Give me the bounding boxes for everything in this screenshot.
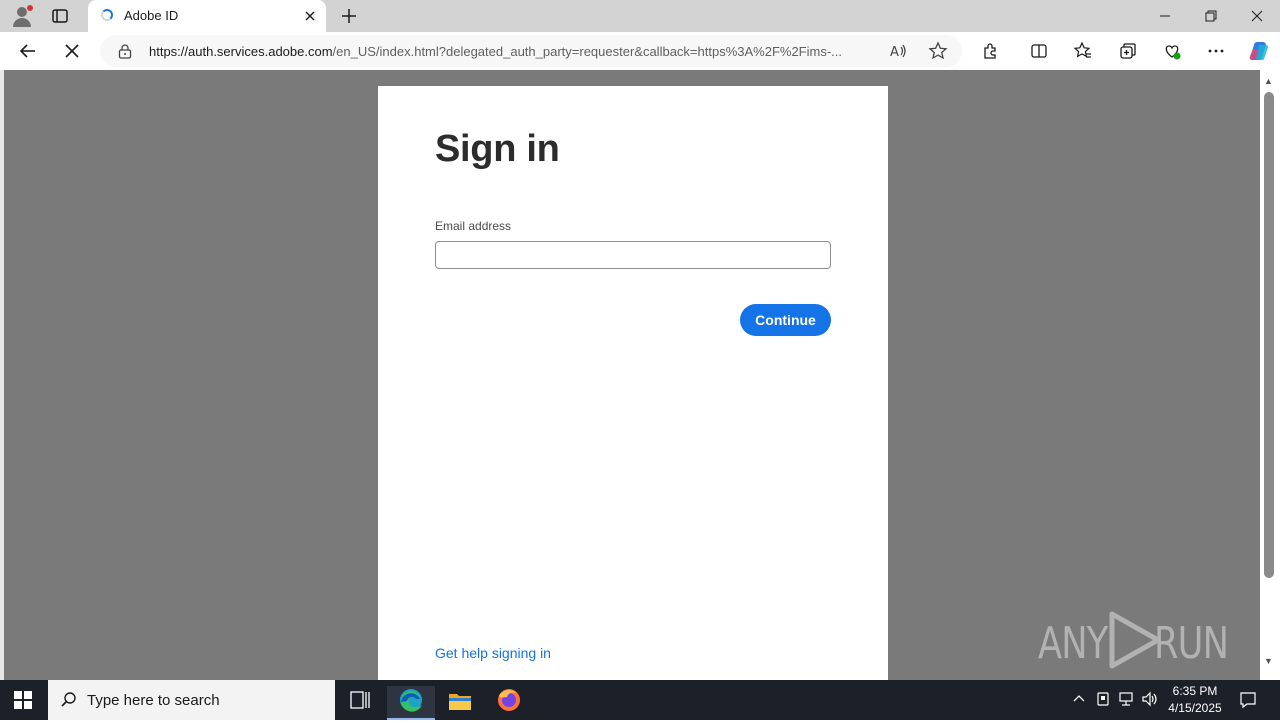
folder-icon [449,694,471,710]
scroll-thumb[interactable] [1264,92,1274,578]
anyrun-watermark: ANY RUN [1038,608,1234,672]
taskbar-firefox[interactable] [485,686,533,720]
extensions-icon[interactable] [981,41,1001,61]
close-window-icon[interactable] [1247,6,1267,26]
clock-date: 4/15/2025 [1168,701,1222,715]
stop-loading-icon[interactable] [62,41,82,61]
scroll-down-icon[interactable]: ▼ [1264,656,1273,666]
lock-icon[interactable] [118,43,132,59]
edge-icon [400,689,422,712]
address-bar[interactable]: https://auth.services.adobe.com/en_US/in… [100,35,962,67]
browser-toolbar: https://auth.services.adobe.com/en_US/in… [0,32,1280,70]
svg-text:A: A [890,45,899,60]
collections-icon[interactable] [1118,41,1138,61]
taskbar-edge[interactable] [387,686,435,720]
clock-time: 6:35 PM [1172,684,1218,698]
close-tab-icon[interactable] [302,8,318,24]
taskbar-device-icon[interactable] [1094,690,1112,708]
url-path: /en_US/index.html?delegated_auth_party=r… [332,44,842,59]
show-hidden-icons-icon[interactable] [1070,690,1088,708]
task-view-icon[interactable] [336,688,384,712]
url-host: https://auth.services.adobe.com [149,44,333,59]
browser-essentials-icon[interactable] [1162,41,1182,61]
browser-tab-strip: Adobe ID [0,0,1280,32]
watermark-left-text: ANY [1038,618,1108,669]
search-icon [61,692,76,707]
favorite-star-icon[interactable] [928,41,948,61]
windows-start-icon[interactable] [14,691,32,709]
tab-actions-icon[interactable] [50,6,70,26]
volume-icon[interactable] [1141,690,1159,708]
email-label: Email address [435,219,512,233]
sign-in-card: Sign in Email address Continue Get help … [378,86,888,680]
continue-button[interactable]: Continue [740,304,831,336]
scroll-up-icon[interactable]: ▲ [1264,76,1273,86]
back-icon[interactable] [18,41,38,61]
notifications-icon[interactable] [1238,690,1258,710]
watermark-right-text: RUN [1154,618,1229,669]
minimize-icon[interactable] [1155,6,1175,26]
loading-spinner-icon [101,9,113,21]
search-placeholder: Type here to search [87,692,220,709]
get-help-link[interactable]: Get help signing in [435,645,551,661]
page-scrollbar[interactable]: ▲ ▼ [1260,70,1280,680]
favorites-icon[interactable] [1073,41,1093,61]
firefox-icon [498,689,520,711]
new-tab-icon[interactable] [339,6,359,26]
read-aloud-icon[interactable]: A [888,41,908,61]
restore-icon[interactable] [1201,6,1221,26]
email-field[interactable] [435,241,831,269]
profile-icon[interactable] [9,4,35,28]
url-text[interactable]: https://auth.services.adobe.com/en_US/in… [149,44,879,59]
split-screen-icon[interactable] [1029,41,1049,61]
network-icon[interactable] [1117,690,1135,708]
page-viewport: Sign in Email address Continue Get help … [0,70,1280,680]
tab-title: Adobe ID [124,8,179,23]
taskbar-search[interactable]: Type here to search [48,680,335,720]
windows-taskbar: Type here to search 6:35 PM 4/15/2025 [0,680,1280,720]
copilot-icon[interactable] [1247,39,1271,63]
taskbar-clock[interactable]: 6:35 PM 4/15/2025 [1160,683,1230,717]
tab-adobe-id[interactable]: Adobe ID [88,0,326,32]
page-title: Sign in [435,128,560,170]
more-options-icon[interactable] [1206,41,1226,61]
taskbar-file-explorer[interactable] [436,686,484,720]
